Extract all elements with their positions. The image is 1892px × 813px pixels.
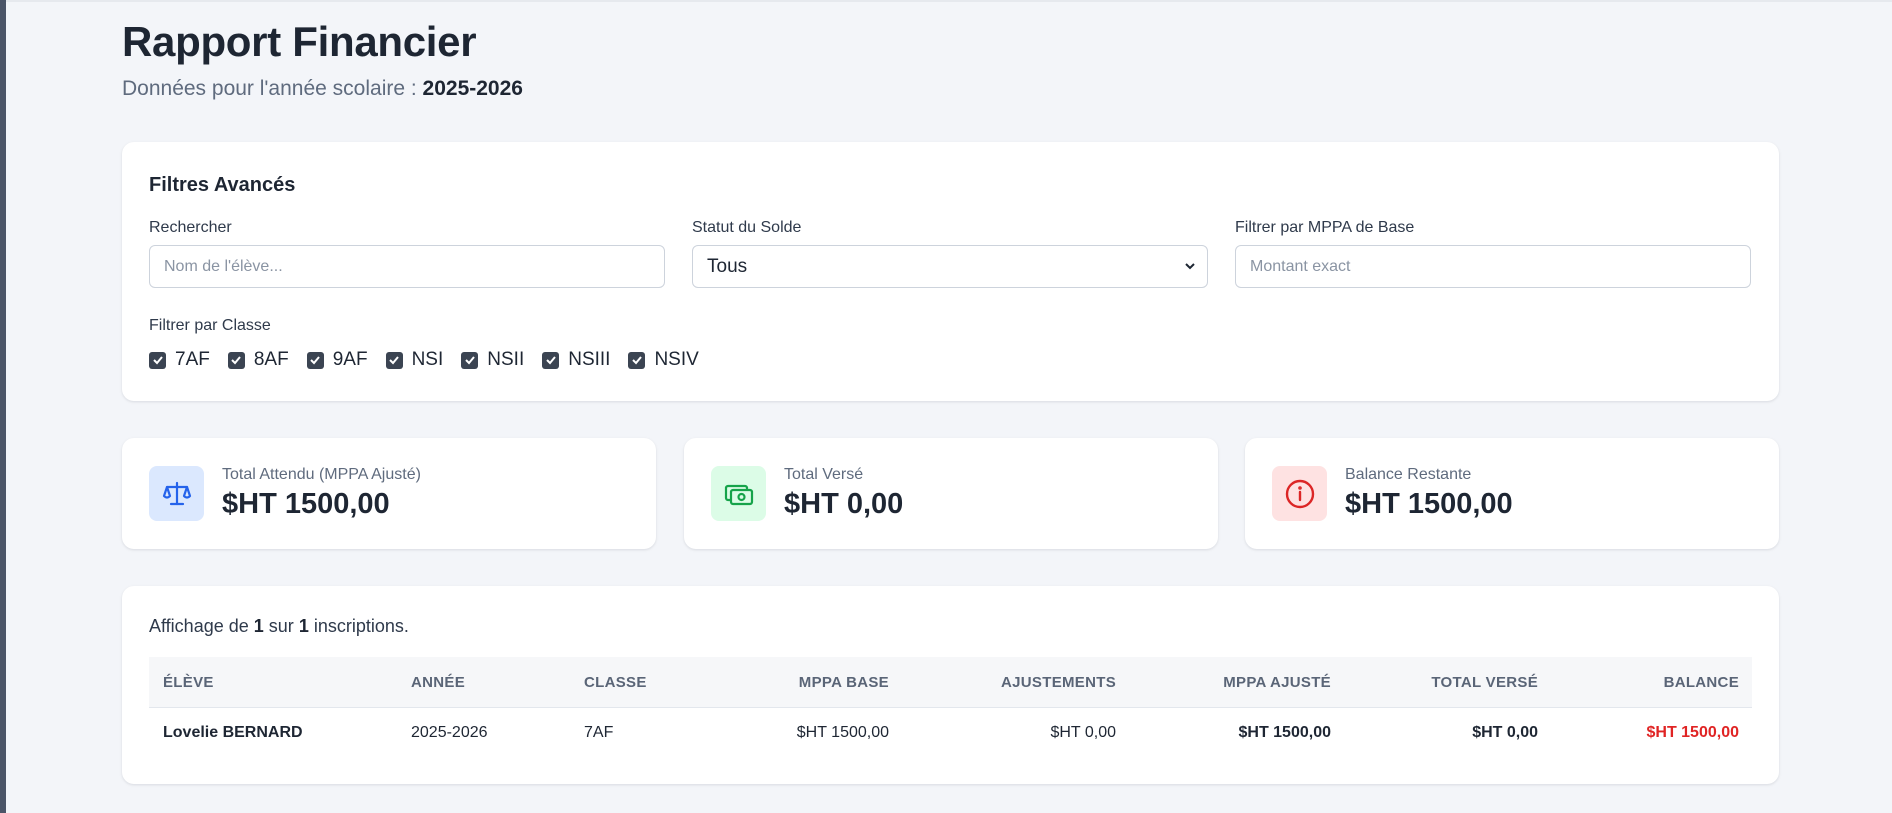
- status-label: Statut du Solde: [692, 219, 802, 236]
- checkbox-checked-icon[interactable]: [628, 351, 646, 369]
- filters-card: Filtres Avancés Rechercher Nom de l'élèv…: [122, 142, 1779, 401]
- column-header-year[interactable]: ANNÉE: [411, 657, 465, 708]
- column-header-balance[interactable]: BALANCE: [1559, 657, 1739, 708]
- search-input[interactable]: Nom de l'élève...: [149, 245, 665, 288]
- status-selected-value: Tous: [707, 255, 748, 277]
- class-checkbox-nsiv[interactable]: NSIV: [628, 349, 699, 371]
- column-header-mppa-base[interactable]: MPPA BASE: [699, 657, 889, 708]
- stat-value: $HT 0,00: [784, 488, 904, 520]
- stat-value: $HT 1500,00: [1345, 488, 1513, 520]
- checkbox-checked-icon[interactable]: [542, 351, 560, 369]
- checkbox-checked-icon[interactable]: [385, 351, 403, 369]
- class-checkbox-nsi[interactable]: NSI: [385, 349, 444, 371]
- class-checkbox-nsiii[interactable]: NSIII: [542, 349, 610, 371]
- page-title: Rapport Financier: [122, 18, 477, 65]
- chevron-down-icon: [1185, 263, 1195, 270]
- school-year: 2025-2026: [422, 77, 523, 100]
- cell-year: 2025-2026: [411, 724, 488, 741]
- checkbox-checked-icon[interactable]: [461, 351, 479, 369]
- filters-title: Filtres Avancés: [149, 174, 296, 196]
- cell-balance: $HT 1500,00: [1646, 724, 1739, 741]
- stat-label: Total Versé: [784, 466, 864, 483]
- mppa-placeholder: Montant exact: [1250, 257, 1351, 275]
- checkbox-checked-icon[interactable]: [227, 351, 245, 369]
- money-icon: [711, 466, 766, 521]
- summary-total-count: 1: [298, 616, 309, 636]
- mppa-input[interactable]: Montant exact: [1235, 245, 1751, 288]
- search-label: Rechercher: [149, 219, 232, 236]
- stat-card-expected: Total Attendu (MPPA Ajusté) $HT 1500,00: [122, 438, 656, 549]
- stat-card-paid: Total Versé $HT 0,00: [684, 438, 1218, 549]
- sidebar-edge: [0, 0, 6, 813]
- cell-adjustments: $HT 0,00: [1050, 724, 1116, 741]
- stat-label: Balance Restante: [1345, 466, 1472, 483]
- summary-middle: sur: [268, 616, 294, 636]
- summary-prefix: Affichage de: [149, 616, 249, 636]
- column-header-class[interactable]: CLASSE: [584, 657, 647, 708]
- class-checkbox-7af[interactable]: 7AF: [149, 349, 210, 371]
- status-select[interactable]: Tous: [692, 245, 1208, 288]
- class-checkbox-8af[interactable]: 8AF: [227, 349, 289, 371]
- enrollments-table-card: Affichage de 1 sur 1 inscriptions. ÉLÈVE…: [122, 586, 1779, 784]
- checkbox-checked-icon[interactable]: [306, 351, 324, 369]
- stat-card-balance: Balance Restante $HT 1500,00: [1245, 438, 1779, 549]
- info-icon: [1272, 466, 1327, 521]
- checkbox-checked-icon[interactable]: [149, 351, 166, 369]
- stat-label: Total Attendu (MPPA Ajusté): [222, 466, 421, 483]
- column-header-total-paid[interactable]: TOTAL VERSÉ: [1349, 657, 1538, 708]
- class-checkbox-label: 7AF: [175, 349, 210, 370]
- class-checkbox-label: NSIV: [654, 349, 699, 370]
- summary-suffix: inscriptions.: [313, 616, 409, 636]
- column-header-adjustments[interactable]: AJUSTEMENTS: [916, 657, 1116, 708]
- summary-shown-count: 1: [253, 616, 264, 636]
- class-checkbox-label: NSII: [487, 349, 525, 370]
- class-checkbox-9af[interactable]: 9AF: [306, 349, 368, 371]
- class-filter-label: Filtrer par Classe: [149, 317, 271, 334]
- class-checkbox-label: 8AF: [253, 349, 289, 370]
- class-checkboxes: 7AF 8AF 9AF NSI NSII NSIII NSIV: [149, 349, 717, 371]
- cell-student: Lovelie BERNARD: [163, 724, 303, 741]
- class-checkbox-label: 9AF: [332, 349, 368, 370]
- class-checkbox-label: NSIII: [568, 349, 611, 370]
- class-checkbox-nsii[interactable]: NSII: [461, 349, 524, 371]
- cell-mppa-base: $HT 1500,00: [796, 724, 889, 741]
- page-subtitle: Données pour l'année scolaire : 2025-202…: [122, 77, 523, 101]
- stat-value: $HT 1500,00: [222, 488, 390, 520]
- cell-total-paid: $HT 0,00: [1472, 724, 1538, 741]
- cell-mppa-adjusted: $HT 1500,00: [1238, 724, 1331, 741]
- cell-class: 7AF: [584, 724, 614, 741]
- search-placeholder: Nom de l'élève...: [164, 257, 283, 275]
- top-divider: [6, 0, 1892, 2]
- scale-icon: [149, 466, 204, 521]
- table-header: ÉLÈVE ANNÉE CLASSE MPPA BASE AJUSTEMENTS…: [149, 657, 1752, 708]
- class-checkbox-label: NSI: [411, 349, 444, 370]
- results-summary: Affichage de 1 sur 1 inscriptions.: [149, 616, 409, 637]
- table-row[interactable]: Lovelie BERNARD 2025-2026 7AF $HT 1500,0…: [149, 708, 1752, 758]
- column-header-mppa-adjusted[interactable]: MPPA AJUSTÉ: [1139, 657, 1331, 708]
- mppa-label: Filtrer par MPPA de Base: [1235, 219, 1415, 236]
- subtitle-prefix: Données pour l'année scolaire :: [122, 77, 417, 100]
- column-header-student[interactable]: ÉLÈVE: [163, 657, 214, 708]
